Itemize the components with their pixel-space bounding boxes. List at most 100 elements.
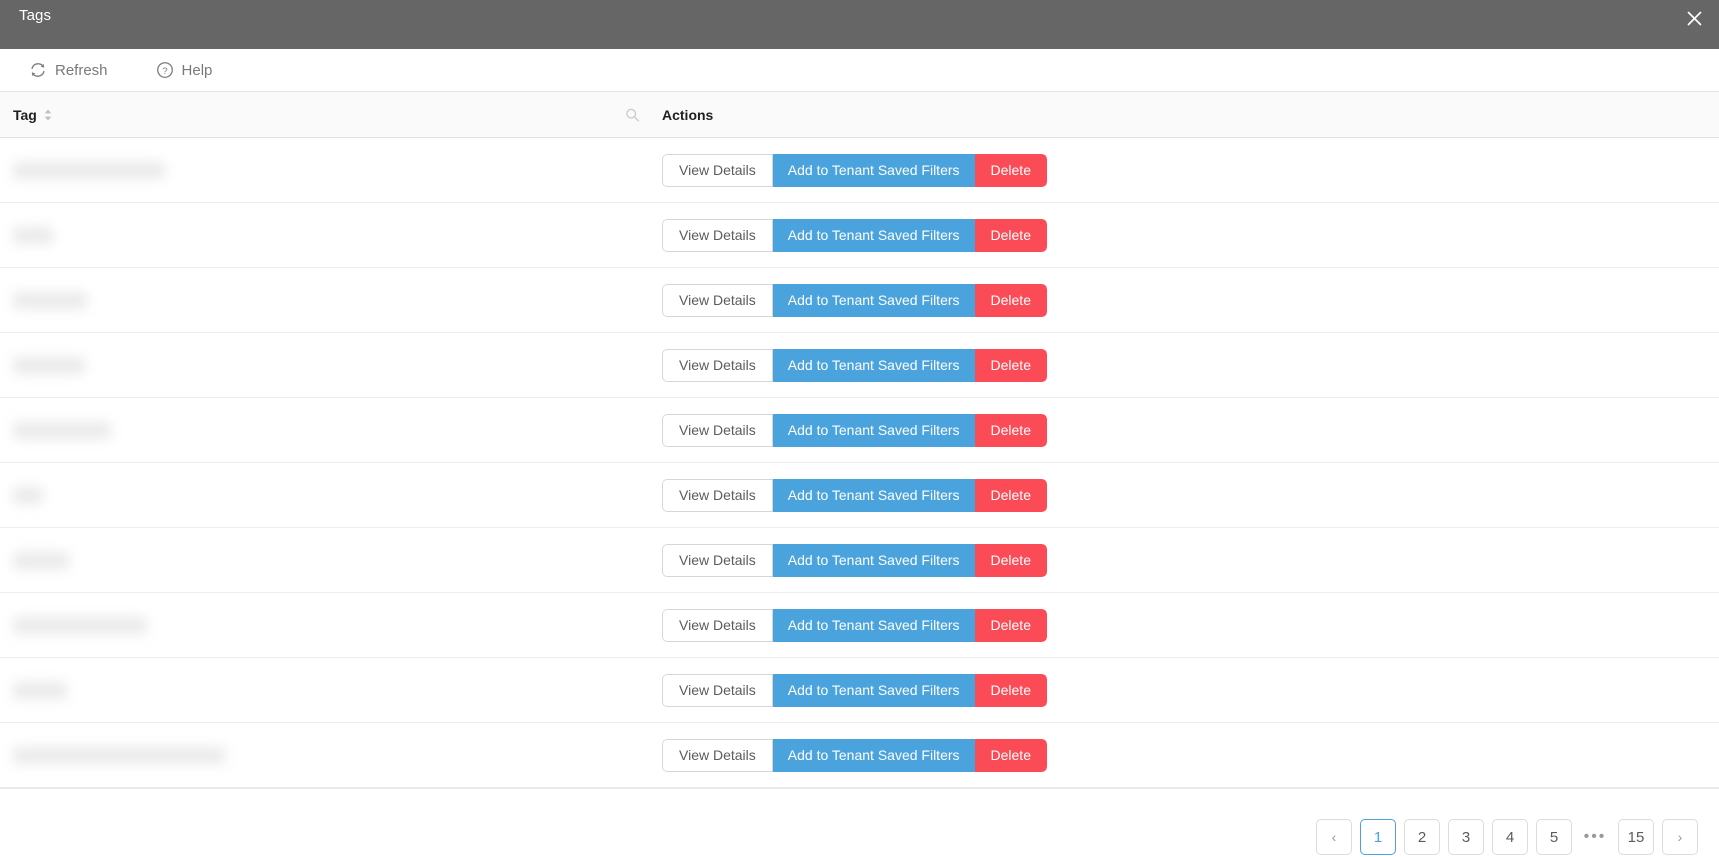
delete-button[interactable]: Delete [974, 153, 1047, 187]
pagination-page-last[interactable]: 15 [1618, 819, 1654, 855]
table-header-row: Tag Actions [0, 92, 1719, 138]
delete-button[interactable]: Delete [974, 543, 1047, 577]
row-action-button-group: View Details Add to Tenant Saved Filters D… [662, 153, 1047, 187]
table-row: View Details Add to Tenant Saved Filters D… [0, 463, 1719, 528]
add-to-tenant-saved-filters-button[interactable]: Add to Tenant Saved Filters [772, 608, 975, 642]
svg-text:?: ? [162, 66, 167, 77]
row-action-button-group: View Details Add to Tenant Saved Filters D… [662, 673, 1047, 707]
column-header-tag-label: Tag [13, 106, 37, 123]
cell-tag [0, 551, 662, 569]
add-to-tenant-saved-filters-button[interactable]: Add to Tenant Saved Filters [772, 738, 975, 772]
cell-tag [0, 681, 662, 699]
delete-button[interactable]: Delete [974, 738, 1047, 772]
cell-actions: View Details Add to Tenant Saved Filters D… [662, 673, 1047, 707]
delete-button[interactable]: Delete [974, 348, 1047, 382]
table-row: View Details Add to Tenant Saved Filters D… [0, 398, 1719, 463]
add-to-tenant-saved-filters-button[interactable]: Add to Tenant Saved Filters [772, 153, 975, 187]
row-action-button-group: View Details Add to Tenant Saved Filters D… [662, 478, 1047, 512]
table-body: View Details Add to Tenant Saved Filters D… [0, 138, 1719, 788]
help-label: Help [181, 61, 213, 79]
cell-tag [0, 486, 662, 504]
tag-value-redacted [13, 291, 87, 309]
table-row: View Details Add to Tenant Saved Filters D… [0, 658, 1719, 723]
pagination-page-4[interactable]: 4 [1492, 819, 1528, 855]
refresh-icon [29, 61, 47, 79]
row-action-button-group: View Details Add to Tenant Saved Filters D… [662, 543, 1047, 577]
cell-tag [0, 356, 662, 374]
delete-button[interactable]: Delete [974, 413, 1047, 447]
view-details-button[interactable]: View Details [662, 153, 773, 187]
cell-tag [0, 161, 662, 179]
window-title: Tags [19, 7, 52, 24]
help-button[interactable]: ? Help [156, 61, 213, 79]
cell-actions: View Details Add to Tenant Saved Filters D… [662, 608, 1047, 642]
delete-button[interactable]: Delete [974, 478, 1047, 512]
cell-tag [0, 226, 662, 244]
view-details-button[interactable]: View Details [662, 348, 773, 382]
view-details-button[interactable]: View Details [662, 283, 773, 317]
view-details-button[interactable]: View Details [662, 738, 773, 772]
row-action-button-group: View Details Add to Tenant Saved Filters D… [662, 413, 1047, 447]
view-details-button[interactable]: View Details [662, 543, 773, 577]
view-details-button[interactable]: View Details [662, 673, 773, 707]
pagination-page-1[interactable]: 1 [1360, 819, 1396, 855]
table-row: View Details Add to Tenant Saved Filters D… [0, 333, 1719, 398]
delete-button[interactable]: Delete [974, 608, 1047, 642]
pagination-pages: 12345 [1360, 819, 1572, 855]
add-to-tenant-saved-filters-button[interactable]: Add to Tenant Saved Filters [772, 543, 975, 577]
pagination-page-2[interactable]: 2 [1404, 819, 1440, 855]
search-icon[interactable] [625, 107, 640, 122]
close-icon[interactable] [1677, 3, 1711, 33]
pagination-page-3[interactable]: 3 [1448, 819, 1484, 855]
pagination-prev[interactable]: ‹ [1316, 819, 1352, 855]
cell-actions: View Details Add to Tenant Saved Filters D… [662, 283, 1047, 317]
view-details-button[interactable]: View Details [662, 608, 773, 642]
add-to-tenant-saved-filters-button[interactable]: Add to Tenant Saved Filters [772, 413, 975, 447]
cell-actions: View Details Add to Tenant Saved Filters D… [662, 738, 1047, 772]
tag-value-redacted [13, 616, 147, 634]
table-row: View Details Add to Tenant Saved Filters D… [0, 528, 1719, 593]
tag-value-redacted [13, 746, 225, 764]
delete-button[interactable]: Delete [974, 283, 1047, 317]
row-action-button-group: View Details Add to Tenant Saved Filters D… [662, 283, 1047, 317]
tag-value-redacted [13, 161, 165, 179]
column-header-actions: Actions [662, 107, 713, 123]
sort-icon[interactable] [44, 109, 52, 121]
delete-button[interactable]: Delete [974, 673, 1047, 707]
delete-button[interactable]: Delete [974, 218, 1047, 252]
cell-tag [0, 616, 662, 634]
column-header-tag[interactable]: Tag [0, 107, 662, 123]
table-row: View Details Add to Tenant Saved Filters D… [0, 723, 1719, 788]
table-row: View Details Add to Tenant Saved Filters D… [0, 593, 1719, 658]
row-action-button-group: View Details Add to Tenant Saved Filters D… [662, 218, 1047, 252]
add-to-tenant-saved-filters-button[interactable]: Add to Tenant Saved Filters [772, 218, 975, 252]
view-details-button[interactable]: View Details [662, 218, 773, 252]
table-row: View Details Add to Tenant Saved Filters D… [0, 268, 1719, 333]
pagination-ellipsis[interactable]: ••• [1580, 819, 1610, 855]
table-footer: ‹ 12345 ••• 15 › [0, 788, 1719, 857]
row-action-button-group: View Details Add to Tenant Saved Filters D… [662, 738, 1047, 772]
tags-table: Tag Actions View Details Add to Tenant Sa… [0, 92, 1719, 857]
tag-value-redacted [13, 681, 67, 699]
help-circle-icon: ? [156, 61, 174, 79]
add-to-tenant-saved-filters-button[interactable]: Add to Tenant Saved Filters [772, 478, 975, 512]
pagination-next[interactable]: › [1662, 819, 1698, 855]
table-row: View Details Add to Tenant Saved Filters D… [0, 138, 1719, 203]
cell-actions: View Details Add to Tenant Saved Filters D… [662, 153, 1047, 187]
add-to-tenant-saved-filters-button[interactable]: Add to Tenant Saved Filters [772, 283, 975, 317]
cell-tag [0, 291, 662, 309]
cell-actions: View Details Add to Tenant Saved Filters D… [662, 218, 1047, 252]
view-details-button[interactable]: View Details [662, 413, 773, 447]
table-row: View Details Add to Tenant Saved Filters D… [0, 203, 1719, 268]
pagination-page-5[interactable]: 5 [1536, 819, 1572, 855]
cell-tag [0, 421, 662, 439]
cell-actions: View Details Add to Tenant Saved Filters D… [662, 478, 1047, 512]
tag-value-redacted [13, 226, 53, 244]
view-details-button[interactable]: View Details [662, 478, 773, 512]
refresh-button[interactable]: Refresh [29, 61, 108, 79]
cell-tag [0, 746, 662, 764]
toolbar: Refresh ? Help [0, 49, 1719, 92]
cell-actions: View Details Add to Tenant Saved Filters D… [662, 543, 1047, 577]
add-to-tenant-saved-filters-button[interactable]: Add to Tenant Saved Filters [772, 348, 975, 382]
add-to-tenant-saved-filters-button[interactable]: Add to Tenant Saved Filters [772, 673, 975, 707]
